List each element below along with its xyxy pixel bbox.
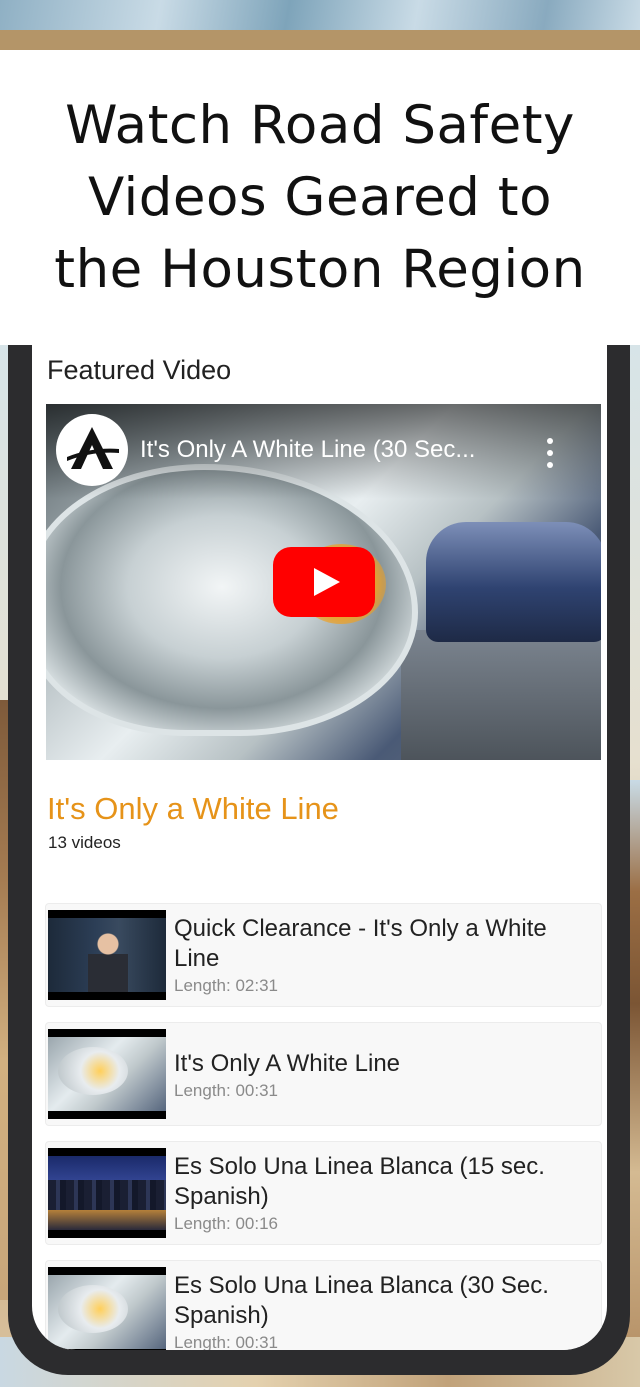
background-sky bbox=[0, 0, 640, 30]
list-item-length: Length: 00:16 bbox=[174, 1214, 278, 1233]
list-item-length: Length: 00:31 bbox=[174, 1333, 278, 1350]
playlist-title: It's Only a White Line bbox=[47, 791, 339, 826]
kebab-menu-icon[interactable] bbox=[545, 438, 555, 468]
channel-logo-icon bbox=[62, 420, 122, 480]
headlight-thumbnail bbox=[48, 1029, 166, 1119]
list-item-title: Quick Clearance - It's Only a White Line bbox=[174, 915, 547, 972]
list-item[interactable]: It's Only A White Line Length: 00:31 bbox=[45, 1022, 602, 1126]
header-panel: Watch Road Safety Videos Geared to the H… bbox=[0, 50, 640, 345]
section-title: Featured Video bbox=[47, 355, 232, 385]
list-item[interactable]: Es Solo Una Linea Blanca (15 sec. Spanis… bbox=[45, 1141, 602, 1245]
player-video-title[interactable]: It's Only A White Line (30 Sec... bbox=[140, 436, 520, 464]
list-item-title: It's Only A White Line bbox=[174, 1050, 401, 1077]
page-headline: Watch Road Safety Videos Geared to the H… bbox=[20, 90, 620, 306]
list-item-length: Length: 00:31 bbox=[174, 1081, 278, 1100]
headlight-thumbnail bbox=[48, 1267, 166, 1350]
list-item-title: Es Solo Una Linea Blanca (15 sec. Spanis… bbox=[174, 1153, 545, 1210]
playlist-count: 13 videos bbox=[48, 833, 121, 852]
headline-line-1: Watch Road Safety bbox=[65, 94, 575, 156]
list-item-title: Es Solo Una Linea Blanca (30 Sec. Spanis… bbox=[174, 1272, 549, 1329]
player-thumbnail-road bbox=[401, 630, 601, 760]
phone-screen: Featured Video It's Only A White Line (3… bbox=[32, 345, 607, 1350]
background-band bbox=[0, 30, 640, 50]
news-anchor-thumbnail bbox=[48, 910, 166, 1000]
list-item-length: Length: 02:31 bbox=[174, 976, 278, 995]
list-item[interactable]: Es Solo Una Linea Blanca (30 Sec. Spanis… bbox=[45, 1260, 602, 1350]
city-night-thumbnail bbox=[48, 1148, 166, 1238]
headline-line-3: the Houston Region bbox=[54, 238, 586, 300]
video-player[interactable]: It's Only A White Line (30 Sec... bbox=[46, 404, 601, 760]
channel-logo[interactable] bbox=[56, 414, 128, 486]
youtube-play-icon[interactable] bbox=[273, 547, 375, 617]
list-item[interactable]: Quick Clearance - It's Only a White Line… bbox=[45, 903, 602, 1007]
player-thumbnail-car bbox=[426, 522, 601, 642]
headline-line-2: Videos Geared to bbox=[87, 166, 553, 228]
